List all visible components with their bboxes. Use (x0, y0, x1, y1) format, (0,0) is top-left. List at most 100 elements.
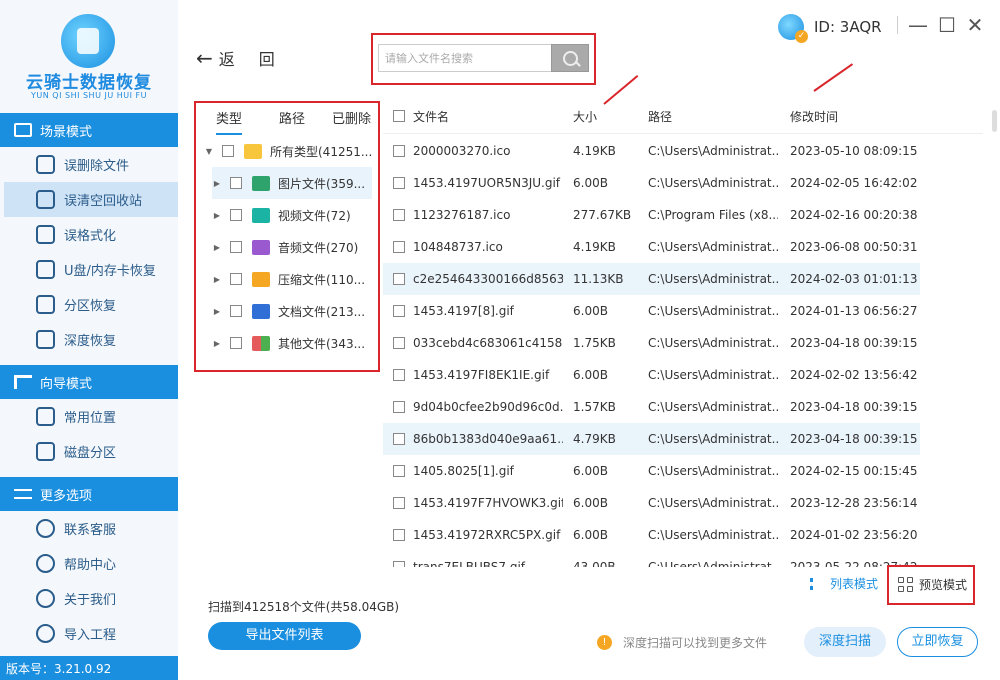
sidebar-item-recycle-bin[interactable]: 误清空回收站 (4, 182, 178, 217)
checkbox[interactable] (393, 369, 405, 381)
sidebar-item-label: 误删除文件 (64, 159, 130, 174)
close-icon[interactable]: ✕ (965, 12, 985, 38)
checkbox[interactable] (230, 305, 242, 317)
minimize-icon[interactable]: — (908, 12, 928, 38)
sidebar-item-partition[interactable]: 分区恢复 (0, 287, 178, 322)
table-row[interactable]: 1405.8025[1].gif 6.00B C:\Users\Administra… (383, 455, 920, 487)
checkbox[interactable] (393, 241, 405, 253)
checkbox[interactable] (230, 209, 242, 221)
file-path-cell: C:\Users\Administrat... (648, 432, 778, 446)
list-view-icon (810, 577, 824, 590)
checkbox[interactable] (393, 305, 405, 317)
tree-item-documents[interactable]: ▶ 文档文件(213... (212, 295, 382, 327)
expand-icon[interactable]: ▶ (212, 339, 222, 348)
sidebar-item-label: U盘/内存卡恢复 (64, 264, 156, 279)
checkbox[interactable] (230, 241, 242, 253)
table-row[interactable]: 104848737.ico 4.19KB C:\Users\Administrat.… (383, 231, 920, 263)
file-path-cell: C:\Program Files (x8... (648, 208, 778, 222)
tree-item-other[interactable]: ▶ 其他文件(343... (212, 327, 382, 359)
back-button[interactable]: ← 返 回 (196, 46, 275, 70)
expand-icon[interactable]: ▶ (212, 307, 222, 316)
other-files-icon (252, 335, 270, 351)
sidebar-item-common-locations[interactable]: 常用位置 (0, 399, 178, 434)
table-row[interactable]: 9d04b0cfee2b90d96c0d... 1.57KB C:\Users\Ad… (383, 391, 920, 423)
table-row[interactable]: 1453.41972RXRC5PX.gif 6.00B C:\Users\Admin… (383, 519, 920, 551)
warning-icon: ! (597, 635, 612, 650)
expand-icon[interactable]: ▶ (212, 179, 222, 188)
search-input[interactable]: 请输入文件名搜索 (378, 44, 552, 72)
sidebar-item-disk-partition[interactable]: 磁盘分区 (0, 434, 178, 469)
tab-type[interactable]: 类型 (216, 108, 243, 135)
sidebar-item-format[interactable]: 误格式化 (0, 217, 178, 252)
file-size-cell: 4.79KB (573, 432, 616, 446)
tab-deleted[interactable]: 已删除 (332, 108, 371, 127)
table-row[interactable]: trans7ELBUBS7.gif 43.00B C:\Users\Administ… (383, 551, 920, 567)
audio-icon (252, 239, 270, 255)
checkbox[interactable] (230, 337, 242, 349)
table-row[interactable]: 1453.4197FI8EK1IE.gif 6.00B C:\Users\Admin… (383, 359, 920, 391)
sidebar-item-deep-recovery[interactable]: 深度恢复 (0, 322, 178, 357)
collapse-icon[interactable]: ▼ (204, 147, 214, 156)
tree-item-images[interactable]: ▶ 图片文件(359... (212, 167, 372, 199)
table-row[interactable]: 1123276187.ico 277.67KB C:\Program Files (… (383, 199, 920, 231)
table-row[interactable]: 1453.4197F7HVOWK3.gif 6.00B C:\Users\Admin… (383, 487, 920, 519)
file-size-cell: 11.13KB (573, 272, 624, 286)
checkbox[interactable] (393, 561, 405, 567)
sidebar-item-about[interactable]: 关于我们 (0, 581, 178, 616)
select-all-checkbox[interactable] (393, 110, 405, 122)
tree-item-archives[interactable]: ▶ 压缩文件(110... (212, 263, 382, 295)
sidebar-item-help-center[interactable]: 帮助中心 (0, 546, 178, 581)
file-name-cell: trans7ELBUBS7.gif (413, 560, 526, 567)
column-header-name[interactable]: 文件名 (413, 108, 449, 125)
tab-path[interactable]: 路径 (279, 108, 305, 127)
deep-scan-button[interactable]: 深度扫描 (804, 627, 886, 657)
table-row[interactable]: c2e254643300166d8563... 11.13KB C:\Users\A… (383, 263, 920, 295)
checkbox[interactable] (393, 497, 405, 509)
expand-icon[interactable]: ▶ (212, 275, 222, 284)
sidebar-item-import-project[interactable]: 导入工程 (0, 616, 178, 651)
checkbox[interactable] (393, 273, 405, 285)
table-row[interactable]: 1453.4197UOR5N3JU.gif 6.00B C:\Users\Admin… (383, 167, 920, 199)
maximize-icon[interactable]: ☐ (937, 12, 957, 38)
expand-icon[interactable]: ▶ (212, 211, 222, 220)
export-file-list-button[interactable]: 导出文件列表 (208, 622, 361, 650)
table-row[interactable]: 033cebd4c683061c4158... 1.75KB C:\Users\Ad… (383, 327, 920, 359)
list-mode-button[interactable]: 列表模式 (810, 575, 878, 592)
tree-item-all-types[interactable]: ▼ 所有类型(41251... (204, 135, 374, 167)
file-modified-cell: 2024-02-02 13:56:42 (790, 368, 918, 382)
checkbox[interactable] (222, 145, 234, 157)
file-size-cell: 4.19KB (573, 144, 616, 158)
column-header-path[interactable]: 路径 (648, 108, 672, 125)
preview-mode-button[interactable]: 预览模式 (898, 576, 967, 593)
sidebar-item-contact-support[interactable]: 联系客服 (0, 511, 178, 546)
search-icon[interactable] (551, 44, 589, 72)
checkbox[interactable] (393, 529, 405, 541)
checkbox[interactable] (230, 177, 242, 189)
checkbox[interactable] (230, 273, 242, 285)
checkbox[interactable] (393, 401, 405, 413)
checkbox[interactable] (393, 433, 405, 445)
column-header-modified[interactable]: 修改时间 (790, 108, 838, 125)
table-row[interactable]: 1453.4197[8].gif 6.00B C:\Users\Administra… (383, 295, 920, 327)
file-name-cell: 1123276187.ico (413, 208, 511, 222)
checkbox[interactable] (393, 177, 405, 189)
file-name-cell: 1453.4197[8].gif (413, 304, 514, 318)
checkbox[interactable] (393, 337, 405, 349)
sidebar: 云骑士数据恢复 YUN QI SHI SHU JU HUI FU 场景模式 误删… (0, 0, 178, 680)
table-scrollbar[interactable] (992, 110, 997, 132)
sidebar-item-deleted-files[interactable]: 误删除文件 (0, 147, 178, 182)
checkbox[interactable] (393, 209, 405, 221)
table-row[interactable]: 2000003270.ico 4.19KB C:\Users\Administrat… (383, 135, 920, 167)
column-header-size[interactable]: 大小 (573, 108, 597, 125)
checkbox[interactable] (393, 145, 405, 157)
expand-icon[interactable]: ▶ (212, 243, 222, 252)
tree-item-audio[interactable]: ▶ 音频文件(270) (212, 231, 382, 263)
file-size-cell: 43.00B (573, 560, 616, 567)
checkbox[interactable] (393, 465, 405, 477)
table-row[interactable]: 86b0b1383d040e9aa61... 4.79KB C:\Users\Adm… (383, 423, 920, 455)
recover-now-button[interactable]: 立即恢复 (897, 627, 978, 657)
file-name-cell: 1453.4197F7HVOWK3.gif (413, 496, 563, 510)
tree-item-videos[interactable]: ▶ 视频文件(72) (212, 199, 382, 231)
file-name-cell: 86b0b1383d040e9aa61... (413, 432, 563, 446)
sidebar-item-usb-card[interactable]: U盘/内存卡恢复 (0, 252, 178, 287)
